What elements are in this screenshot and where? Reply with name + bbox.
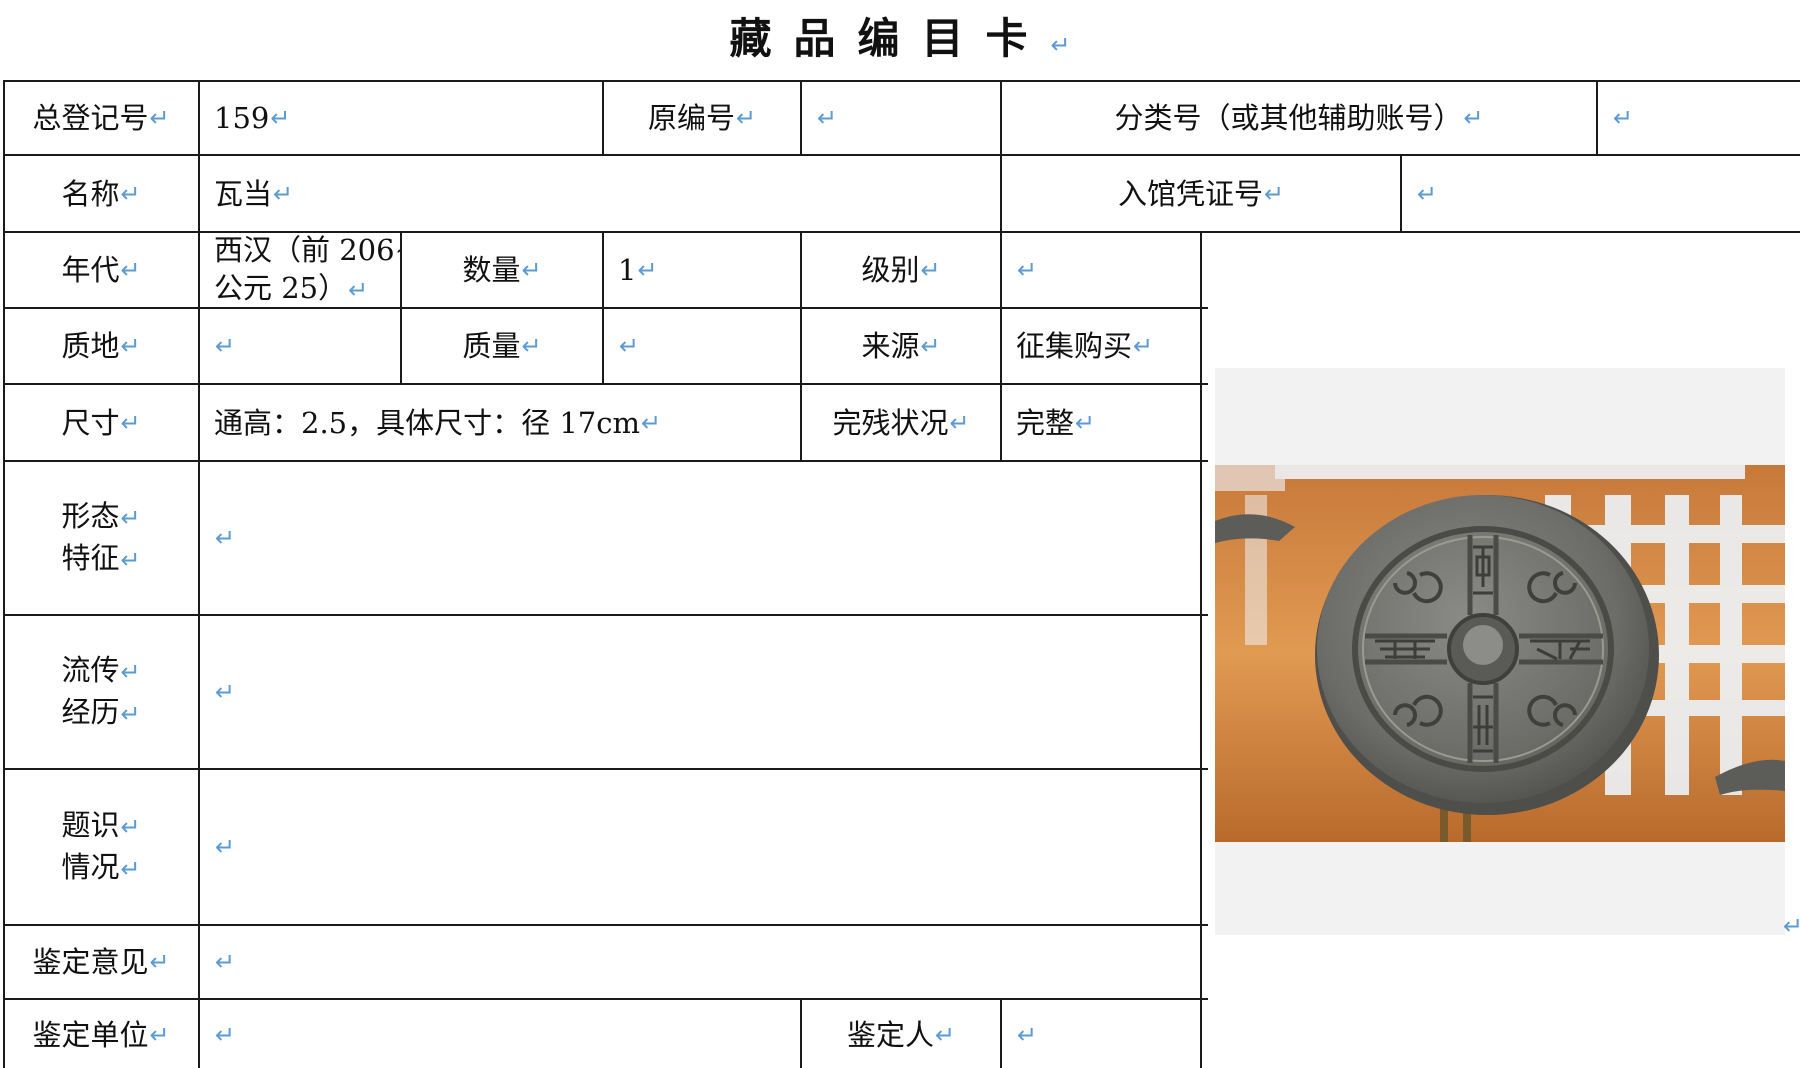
return-mark-icon [149,943,169,981]
return-mark-icon [521,327,541,365]
appraisal-opinion-label: 鉴定意见 [4,926,198,998]
return-mark-icon [736,99,756,137]
return-mark-icon [619,327,639,365]
size-label: 尺寸 [4,385,198,460]
source-value: 征集购买 [1002,309,1200,383]
voucher-label: 入馆凭证号 [1002,156,1400,231]
return-mark-icon [120,327,140,365]
return-mark-icon [1075,404,1095,442]
return-mark-icon [637,251,657,289]
return-mark-icon [641,404,661,442]
return-mark-icon [215,1016,235,1054]
return-mark-icon [149,99,169,137]
return-mark-icon [120,700,140,728]
roof-tile-end-icon [1215,465,1785,842]
return-mark-icon [1613,99,1633,137]
return-mark-icon [521,251,541,289]
quantity-label: 数量 [402,233,602,307]
return-mark-icon [1417,175,1437,213]
appraisal-unit-value [200,1000,800,1068]
artifact-photo-frame [1215,368,1785,935]
size-value: 通高：2.5，具体尺寸：径 17cm [200,385,800,460]
condition-label: 完残状况 [802,385,1000,460]
source-label: 来源 [802,309,1000,383]
quantity-value: 1 [604,233,800,307]
era-label: 年代 [4,233,198,307]
material-label: 质地 [4,309,198,383]
return-mark-icon [215,327,235,365]
grade-value [1002,233,1200,307]
weight-label: 质量 [402,309,602,383]
reg-no-value: 159 [200,81,602,154]
return-mark-icon [935,1016,955,1054]
appraiser-label: 鉴定人 [802,1000,1000,1068]
return-mark-icon [270,99,290,137]
material-value [200,309,400,383]
return-mark-icon [273,175,293,213]
page-title: 藏品编目卡 [0,14,1800,70]
return-mark-icon [1133,327,1153,365]
artifact-photo [1215,465,1785,842]
name-value: 瓦当 [200,156,1000,231]
return-mark-icon [1050,31,1070,59]
return-mark-icon [120,251,140,289]
return-mark-icon [120,855,140,883]
orig-no-label: 原编号 [604,81,800,154]
reg-no-label: 总登记号 [4,81,198,154]
return-mark-icon [215,943,235,981]
return-mark-icon [215,673,235,711]
return-mark-icon [348,276,368,304]
appraisal-opinion-value [200,926,1200,998]
era-value: 西汉（前 206~ 公元 25） [200,233,400,307]
return-mark-icon [949,404,969,442]
form-features-label: 形态 特征 [4,462,198,614]
return-mark-icon [817,99,837,137]
return-mark-icon [120,546,140,574]
return-mark-icon [215,519,235,557]
return-mark-icon [1017,251,1037,289]
orig-no-value [802,81,1000,154]
condition-value: 完整 [1002,385,1200,460]
appraisal-unit-label: 鉴定单位 [4,1000,198,1068]
inscription-value [200,770,1200,924]
grid-line [1200,231,1202,1068]
return-mark-icon [920,251,940,289]
return-mark-icon [120,658,140,686]
return-mark-icon [149,1016,169,1054]
return-mark-icon [215,828,235,866]
return-mark-icon [120,504,140,532]
grade-label: 级别 [802,233,1000,307]
class-no-label: 分类号（或其他辅助账号） [1002,81,1596,154]
return-mark-icon [1463,99,1483,137]
appraiser-value [1002,1000,1200,1068]
return-mark-icon [120,404,140,442]
provenance-value [200,616,1200,768]
voucher-value [1402,156,1800,231]
return-mark-icon [120,813,140,841]
class-no-value [1598,81,1800,154]
return-mark-icon [920,327,940,365]
provenance-label: 流传 经历 [4,616,198,768]
return-mark-icon [1264,175,1284,213]
return-mark-icon [1783,912,1800,940]
return-mark-icon [1017,1016,1037,1054]
name-label: 名称 [4,156,198,231]
form-features-value [200,462,1200,614]
inscription-label: 题识 情况 [4,770,198,924]
return-mark-icon [120,175,140,213]
weight-value [604,309,800,383]
